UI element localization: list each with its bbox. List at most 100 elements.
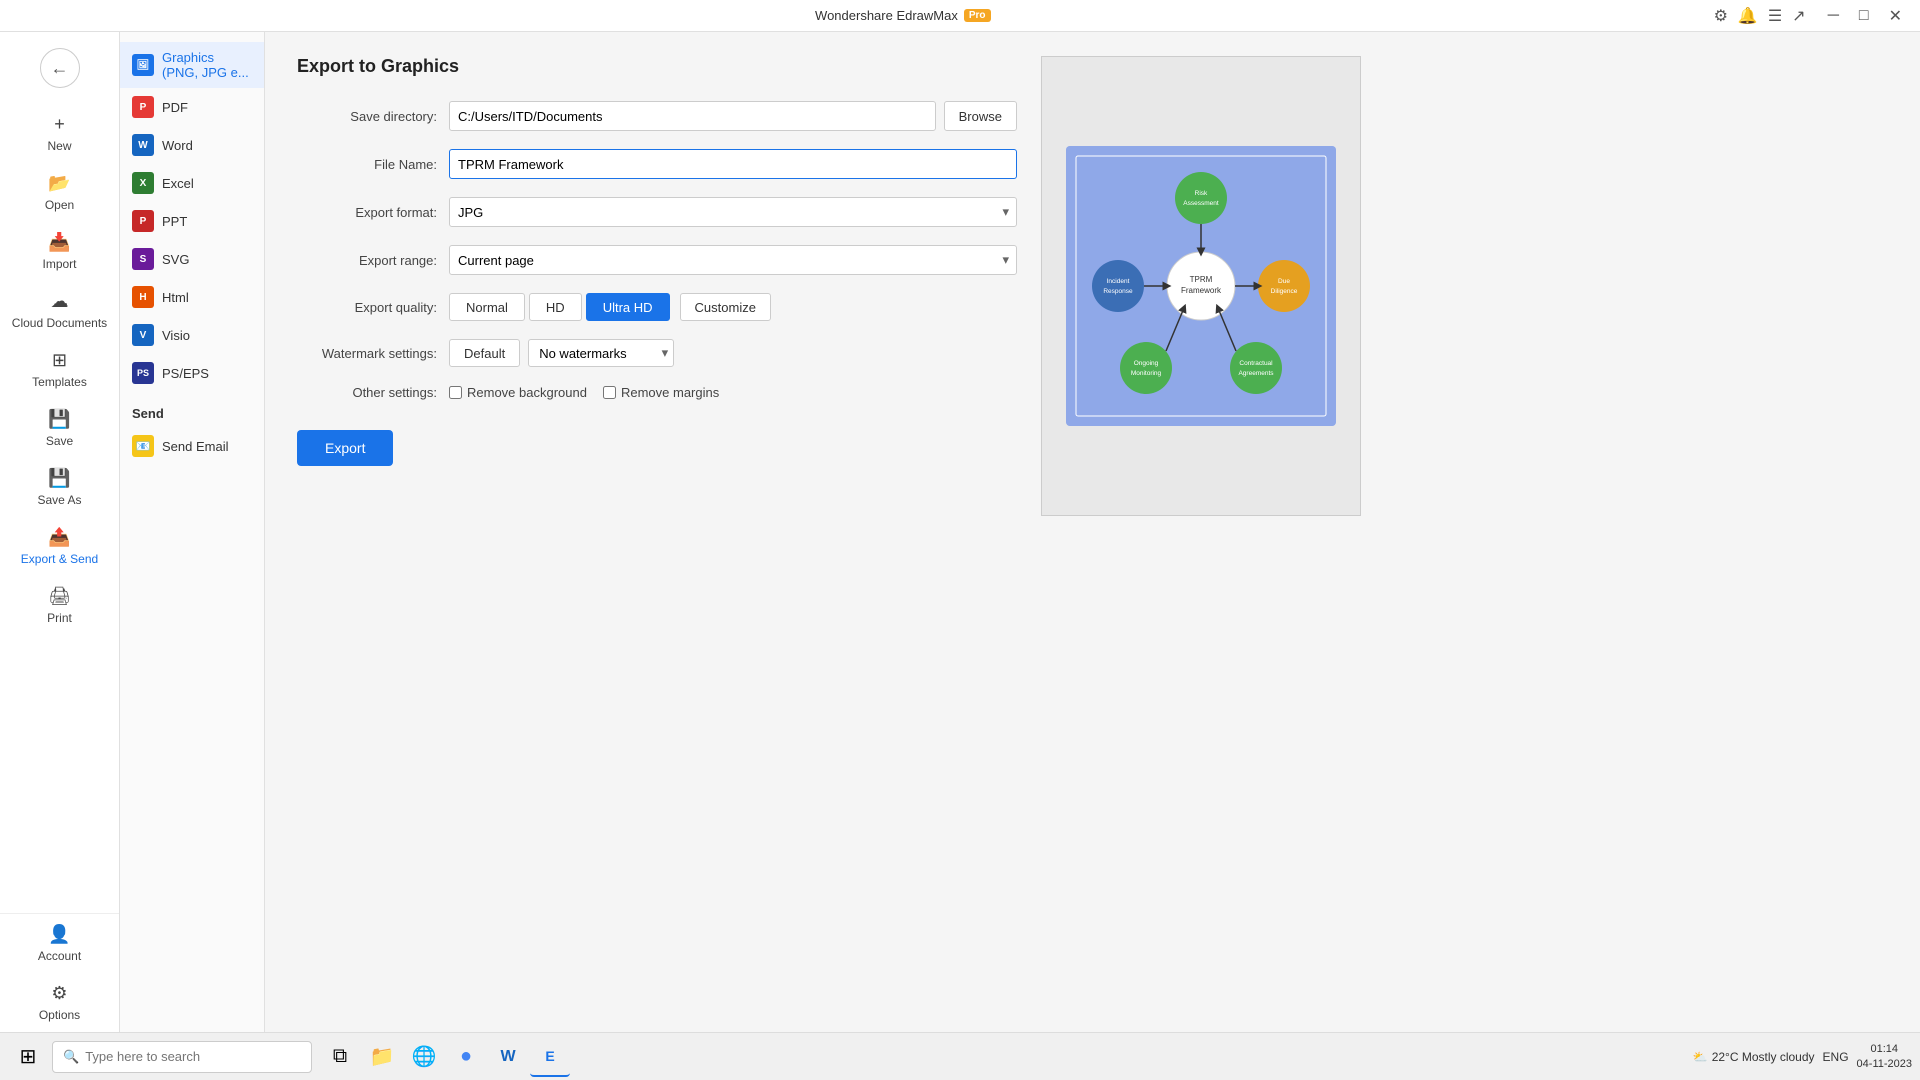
filetype-pdf[interactable]: P PDF (120, 88, 264, 126)
window-controls[interactable]: ─ □ ✕ (1822, 6, 1908, 26)
weather-text: 22°C Mostly cloudy (1712, 1050, 1815, 1064)
sidebar-item-save[interactable]: 💾 Save (0, 399, 119, 458)
quality-hd-button[interactable]: HD (529, 293, 582, 321)
customize-button[interactable]: Customize (680, 293, 771, 321)
import-icon: 📥 (48, 232, 70, 253)
minimize-button[interactable]: ─ (1822, 7, 1845, 25)
taskbar-search[interactable]: 🔍 (52, 1041, 312, 1073)
watermark-default-button[interactable]: Default (449, 339, 520, 367)
remove-background-label[interactable]: Remove background (449, 385, 587, 400)
sidebar-item-options[interactable]: ⚙ Options (0, 973, 119, 1032)
send-section-label: Send (120, 392, 264, 427)
sidebar-item-open[interactable]: 📂 Open (0, 163, 119, 222)
filetype-svg[interactable]: S SVG (120, 240, 264, 278)
save-directory-control: Browse (449, 101, 1017, 131)
back-button[interactable]: ← (40, 48, 80, 88)
filetype-html[interactable]: H Html (120, 278, 264, 316)
edraw-taskbar-icon: E (545, 1048, 554, 1064)
sidebar-item-saveas[interactable]: 💾 Save As (0, 458, 119, 517)
new-icon: + (54, 114, 65, 135)
chrome-button[interactable]: ● (446, 1037, 486, 1077)
svg-text:Due: Due (1278, 278, 1290, 285)
bell-icon[interactable]: 🔔 (1738, 6, 1758, 26)
titlebar-title: Wondershare EdrawMax Pro (815, 8, 991, 23)
file-name-input[interactable] (449, 149, 1017, 179)
browse-button[interactable]: Browse (944, 101, 1017, 131)
quality-ultrahd-button[interactable]: Ultra HD (586, 293, 670, 321)
filetype-pseps[interactable]: PS PS/EPS (120, 354, 264, 392)
sidebar-item-print-label: Print (47, 611, 72, 625)
start-button[interactable]: ⊞ (8, 1037, 48, 1077)
filetype-graphics[interactable]: 🖼 Graphics (PNG, JPG e... (120, 42, 264, 88)
settings-icon[interactable]: ⚙ (1714, 6, 1728, 26)
preview-panel: TPRM Framework Risk Assessment Incident … (1041, 56, 1361, 1008)
send-email-item[interactable]: 📧 Send Email (120, 427, 264, 465)
file-name-control (449, 149, 1017, 179)
sidebar-item-options-label: Options (39, 1008, 80, 1022)
remove-margins-checkbox[interactable] (603, 386, 616, 399)
sidebar-item-print[interactable]: 🖨 Print (0, 576, 119, 635)
sidebar-item-account[interactable]: 👤 Account (0, 914, 119, 973)
other-settings-checkboxes: Remove background Remove margins (449, 385, 719, 400)
taskview-button[interactable]: ⧉ (320, 1037, 360, 1077)
sidebar-item-export-label: Export & Send (21, 552, 98, 566)
remove-background-checkbox[interactable] (449, 386, 462, 399)
sidebar-item-saveas-label: Save As (37, 493, 81, 507)
saveas-icon: 💾 (48, 468, 70, 489)
maximize-button[interactable]: □ (1853, 7, 1875, 25)
file-name-row: File Name: (297, 149, 1017, 179)
export-range-select[interactable]: Current page All pages Selected objects (449, 245, 1017, 275)
svg-text:Assessment: Assessment (1183, 200, 1219, 207)
titlebar-icons: ⚙ 🔔 ☰ ↗ (1714, 6, 1806, 26)
export-range-select-wrap: Current page All pages Selected objects (449, 245, 1017, 275)
file-name-label: File Name: (297, 157, 437, 172)
filetype-excel[interactable]: X Excel (120, 164, 264, 202)
print-icon: 🖨 (48, 586, 71, 607)
sidebar-item-import-label: Import (42, 257, 76, 271)
watermark-select[interactable]: No watermarks Custom watermark (528, 339, 674, 367)
other-settings-row: Other settings: Remove background Remove… (297, 385, 1017, 400)
word-icon: W (132, 134, 154, 156)
sidebar-narrow: ← + New 📂 Open 📥 Import ☁ Cloud Document… (0, 32, 120, 1032)
word-taskbar-button[interactable]: W (488, 1037, 528, 1077)
filetype-word[interactable]: W Word (120, 126, 264, 164)
filetype-visio-label: Visio (162, 328, 190, 343)
graphics-icon: 🖼 (132, 54, 154, 76)
quality-normal-button[interactable]: Normal (449, 293, 525, 321)
sidebar-item-import[interactable]: 📥 Import (0, 222, 119, 281)
remove-margins-label[interactable]: Remove margins (603, 385, 719, 400)
edraw-taskbar-button[interactable]: E (530, 1037, 570, 1077)
preview-box: TPRM Framework Risk Assessment Incident … (1041, 56, 1361, 516)
search-input[interactable] (85, 1049, 285, 1064)
export-quality-label: Export quality: (297, 300, 437, 315)
start-icon: ⊞ (20, 1044, 37, 1069)
edge-button[interactable]: 🌐 (404, 1037, 444, 1077)
sidebar-item-open-label: Open (45, 198, 74, 212)
word-taskbar-icon: W (500, 1048, 515, 1066)
filetype-excel-label: Excel (162, 176, 194, 191)
save-icon: 💾 (48, 409, 70, 430)
edge-icon: 🌐 (412, 1044, 437, 1069)
sidebar-item-new[interactable]: + New (0, 104, 119, 163)
filetype-ppt[interactable]: P PPT (120, 202, 264, 240)
export-range-control: Current page All pages Selected objects (449, 245, 1017, 275)
save-directory-input[interactable] (449, 101, 936, 131)
taskview-icon: ⧉ (333, 1045, 347, 1068)
filetype-visio[interactable]: V Visio (120, 316, 264, 354)
close-button[interactable]: ✕ (1883, 6, 1908, 26)
sidebar-item-templates[interactable]: ⊞ Templates (0, 340, 119, 399)
explorer-button[interactable]: 📁 (362, 1037, 402, 1077)
filetype-graphics-label: Graphics (PNG, JPG e... (162, 50, 252, 80)
export-format-select[interactable]: JPG PNG BMP GIF TIFF (449, 197, 1017, 227)
quality-buttons-group: Normal HD Ultra HD Customize (449, 293, 771, 321)
share-icon[interactable]: ↗ (1792, 6, 1805, 26)
export-button[interactable]: Export (297, 430, 393, 466)
export-title: Export to Graphics (297, 56, 1017, 77)
filetype-pdf-label: PDF (162, 100, 188, 115)
sidebar-item-save-label: Save (46, 434, 73, 448)
other-settings-label: Other settings: (297, 385, 437, 400)
sidebar-item-cloud[interactable]: ☁ Cloud Documents (0, 281, 119, 340)
menu-icon[interactable]: ☰ (1768, 6, 1782, 26)
svg-text:Ongoing: Ongoing (1134, 360, 1159, 367)
sidebar-item-export[interactable]: 📤 Export & Send (0, 517, 119, 576)
